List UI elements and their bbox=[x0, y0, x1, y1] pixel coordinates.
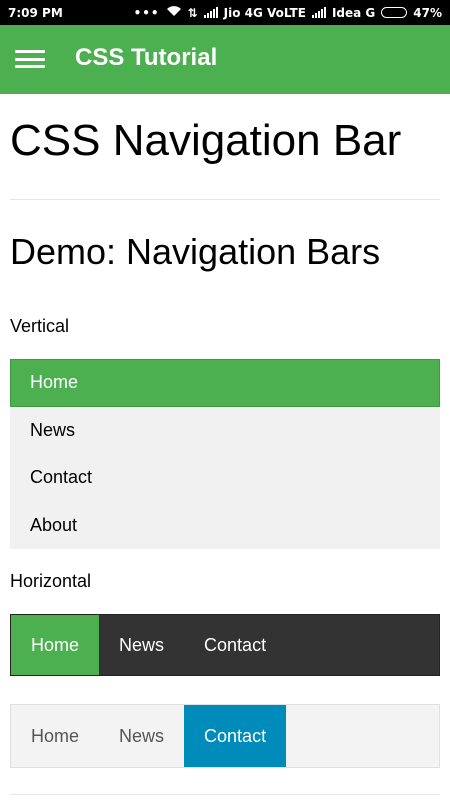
battery-icon bbox=[381, 7, 408, 18]
divider bbox=[10, 794, 440, 795]
horizontal-nav-dark-home[interactable]: Home bbox=[11, 615, 100, 675]
status-bar: 7:09 PM ••• ⇅ Jio 4G VoLTE Idea G 47% bbox=[0, 0, 450, 25]
status-time: 7:09 PM bbox=[8, 5, 63, 20]
data-transfer-icon: ⇅ bbox=[187, 5, 198, 20]
horizontal-nav-light-contact[interactable]: Contact bbox=[184, 705, 287, 767]
horizontal-nav-dark-contact[interactable]: Contact bbox=[184, 615, 286, 675]
horizontal-nav-light: Home News Contact bbox=[10, 704, 440, 768]
carrier-2-label: Idea G bbox=[331, 5, 376, 20]
horizontal-nav-dark-news[interactable]: News bbox=[99, 615, 184, 675]
vertical-nav-contact[interactable]: Contact bbox=[10, 454, 440, 502]
wifi-icon bbox=[166, 5, 182, 20]
status-indicators: ••• ⇅ Jio 4G VoLTE Idea G 47% bbox=[134, 5, 442, 20]
vertical-label: Vertical bbox=[10, 316, 70, 336]
horizontal-nav-light-home[interactable]: Home bbox=[11, 705, 99, 767]
vertical-nav: Home News Contact About bbox=[10, 359, 440, 549]
signal-strength-icon bbox=[311, 7, 326, 18]
vertical-nav-about[interactable]: About bbox=[10, 502, 440, 550]
carrier-1-label: Jio 4G VoLTE bbox=[223, 5, 306, 20]
page-title: CSS Navigation Bar bbox=[10, 116, 402, 165]
demo-title: Demo: Navigation Bars bbox=[10, 231, 381, 272]
more-notifications-icon: ••• bbox=[133, 5, 160, 20]
vertical-nav-home[interactable]: Home bbox=[10, 359, 440, 407]
horizontal-nav-dark: Home News Contact bbox=[10, 614, 440, 676]
vertical-nav-news[interactable]: News bbox=[10, 407, 440, 455]
horizontal-label: Horizontal bbox=[10, 571, 92, 591]
signal-strength-icon bbox=[203, 7, 218, 18]
battery-percentage: 47% bbox=[413, 5, 442, 20]
hamburger-menu-icon[interactable] bbox=[15, 50, 45, 68]
app-title: CSS Tutorial bbox=[75, 44, 218, 71]
divider bbox=[10, 199, 440, 200]
app-bar: CSS Tutorial bbox=[0, 25, 450, 94]
horizontal-nav-light-news[interactable]: News bbox=[99, 705, 184, 767]
